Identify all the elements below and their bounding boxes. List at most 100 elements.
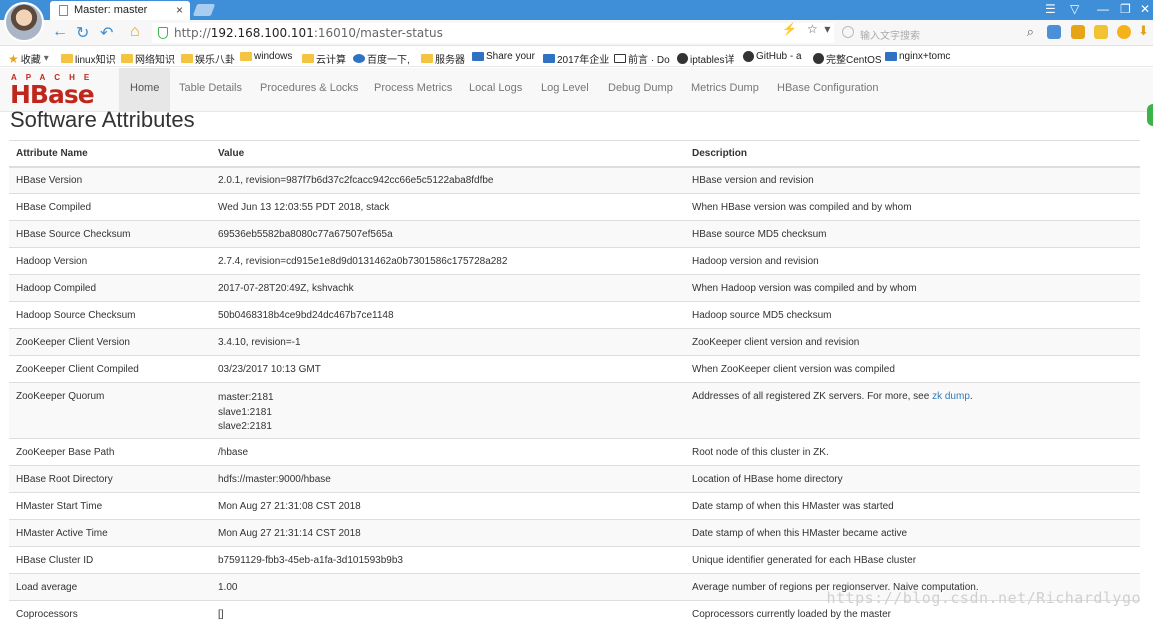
bookmark-item[interactable]: linux知识 xyxy=(61,51,116,66)
bookmark-item[interactable]: 2017年企业 xyxy=(543,51,609,66)
folder-icon xyxy=(421,54,433,63)
nav-home[interactable]: Home xyxy=(119,68,171,112)
refresh-icon[interactable]: ↻ xyxy=(76,23,89,43)
paw-icon xyxy=(353,54,365,63)
attribute-description: Date stamp of when this HMaster was star… xyxy=(685,492,1140,520)
bookmark-label: 服务器 xyxy=(435,55,465,66)
table-row: Hadoop Version 2.7.4, revision=cd915e1e8… xyxy=(9,247,1140,275)
bookmark-item[interactable]: 百度一下, xyxy=(353,51,410,66)
attribute-name: ZooKeeper Quorum xyxy=(9,382,211,439)
menu-icon[interactable]: ☰ xyxy=(1045,2,1056,16)
nav-debug-dump[interactable]: Debug Dump xyxy=(597,68,684,112)
software-attributes-table: Attribute Name Value Description HBase V… xyxy=(9,140,1140,628)
search-input[interactable]: 输入文字搜索 ⌕ xyxy=(838,23,1038,43)
key-icon[interactable] xyxy=(1071,25,1085,39)
nav-log-level[interactable]: Log Level xyxy=(530,68,600,112)
restore-icon[interactable]: ❐ xyxy=(1120,2,1131,16)
bookmark-star-icon[interactable]: ☆ xyxy=(807,22,818,36)
table-row: Hadoop Compiled 2017-07-28T20:49Z, kshva… xyxy=(9,274,1140,302)
watermark: https://blog.csdn.net/Richardlygo xyxy=(826,589,1141,607)
attribute-value: Wed Jun 13 12:03:55 PDT 2018, stack xyxy=(211,193,685,221)
undo-icon[interactable]: ↶ xyxy=(100,23,113,43)
tab-title: Master: master xyxy=(74,4,148,16)
attribute-description: When ZooKeeper client version was compil… xyxy=(685,355,1140,383)
minimize-icon[interactable]: — xyxy=(1097,2,1109,16)
attribute-value: 2017-07-28T20:49Z, kshvachk xyxy=(211,274,685,302)
site-icon xyxy=(677,53,688,64)
bookmark-item[interactable]: 前言 · Do xyxy=(614,51,670,66)
bookmark-item[interactable]: windows xyxy=(240,51,292,62)
attribute-name: HBase Cluster ID xyxy=(9,546,211,574)
table-row: ZooKeeper Base Path /hbase Root node of … xyxy=(9,438,1140,466)
url-input[interactable]: http://192.168.100.101:16010/master-stat… xyxy=(152,23,834,43)
bookmark-item[interactable]: 云计算 xyxy=(302,51,346,66)
home-icon[interactable]: ⌂ xyxy=(130,23,140,41)
nav-procedures-locks[interactable]: Procedures & Locks xyxy=(249,68,369,112)
bookmark-label: Share your xyxy=(486,51,535,62)
browser-tab[interactable]: Master: master × xyxy=(50,1,190,20)
table-row: Hadoop Source Checksum 50b0468318b4ce9bd… xyxy=(9,301,1140,329)
new-tab-button[interactable] xyxy=(192,4,216,16)
download-icon[interactable]: ⬇ xyxy=(1138,23,1152,38)
security-shield-icon xyxy=(158,27,168,39)
user-avatar[interactable] xyxy=(4,2,44,42)
logo-hbase: HBase xyxy=(10,80,95,109)
bookmark-item[interactable]: Share your xyxy=(472,51,535,62)
attribute-description: When HBase version was compiled and by w… xyxy=(685,193,1140,221)
folder-icon xyxy=(302,54,314,63)
nav-process-metrics[interactable]: Process Metrics xyxy=(363,68,463,112)
attribute-description: Addresses of all registered ZK servers. … xyxy=(685,382,1140,439)
attribute-name: HBase Version xyxy=(9,166,211,194)
hbase-navbar: APACHE HBase Home Table Details Procedur… xyxy=(0,68,1153,112)
nav-local-logs[interactable]: Local Logs xyxy=(458,68,533,112)
share-icon xyxy=(472,52,484,61)
zk-dump-link[interactable]: zk dump xyxy=(932,391,970,402)
bookmark-item[interactable]: 完整CentOS xyxy=(813,51,882,66)
description-text: Addresses of all registered ZK servers. … xyxy=(692,391,933,402)
table-row: HMaster Active Time Mon Aug 27 21:31:14 … xyxy=(9,519,1140,547)
attribute-value: 03/23/2017 10:13 GMT xyxy=(211,355,685,383)
bookmark-item[interactable]: 娱乐八卦 xyxy=(181,51,235,66)
attribute-name: HBase Compiled xyxy=(9,193,211,221)
bookmark-item[interactable]: iptables详 xyxy=(677,51,734,66)
url-tools[interactable]: ⚡ ☆ ▾ xyxy=(782,22,830,36)
dropdown-icon[interactable]: ▾ xyxy=(824,22,830,36)
attribute-value: [] xyxy=(211,600,685,628)
nav-table-details[interactable]: Table Details xyxy=(168,68,253,112)
bookmark-item[interactable]: ★ 收藏 ▾ xyxy=(8,51,49,67)
close-window-icon[interactable]: ✕ xyxy=(1140,2,1150,16)
bookmark-item[interactable]: 服务器 xyxy=(421,51,465,66)
site-icon xyxy=(813,53,824,64)
folder-icon xyxy=(240,52,252,61)
side-widget[interactable] xyxy=(1147,104,1153,126)
skin-icon[interactable]: ▽ xyxy=(1070,2,1079,16)
close-icon[interactable]: × xyxy=(176,3,183,17)
nav-hbase-configuration[interactable]: HBase Configuration xyxy=(766,68,890,112)
bookmark-label: 完整CentOS xyxy=(826,55,882,66)
bookmark-item[interactable]: nginx+tomc xyxy=(885,51,950,62)
bookmark-item[interactable]: 网络知识 xyxy=(121,51,175,66)
bookmark-label: 网络知识 xyxy=(135,55,175,66)
hbase-logo[interactable]: APACHE HBase xyxy=(10,73,110,109)
search-icon[interactable]: ⌕ xyxy=(1027,24,1034,40)
chevron-down-icon: ▾ xyxy=(43,53,49,64)
attribute-name: HBase Source Checksum xyxy=(9,220,211,248)
folder-icon xyxy=(121,54,133,63)
extension-icon[interactable] xyxy=(1047,25,1061,39)
page-title: Software Attributes xyxy=(10,107,195,132)
attribute-value: hdfs://master:9000/hbase xyxy=(211,465,685,493)
bookmark-item[interactable]: GitHub - a xyxy=(743,51,802,62)
attribute-value: 50b0468318b4ce9bd24dc467b7ce1148 xyxy=(211,301,685,329)
back-icon[interactable]: ← xyxy=(52,23,68,41)
bookmark-label: 百度一下, xyxy=(367,55,410,66)
lightning-icon[interactable]: ⚡ xyxy=(782,22,797,36)
attribute-description: Location of HBase home directory xyxy=(685,465,1140,493)
attribute-description: HBase source MD5 checksum xyxy=(685,220,1140,248)
attribute-value: 3.4.10, revision=-1 xyxy=(211,328,685,356)
url-path: :16010/master-status xyxy=(313,26,443,40)
extension-icon[interactable] xyxy=(1094,25,1108,39)
site-icon xyxy=(885,52,897,61)
attribute-value: Mon Aug 27 21:31:08 CST 2018 xyxy=(211,492,685,520)
nav-metrics-dump[interactable]: Metrics Dump xyxy=(680,68,770,112)
smile-icon[interactable] xyxy=(1117,25,1131,39)
